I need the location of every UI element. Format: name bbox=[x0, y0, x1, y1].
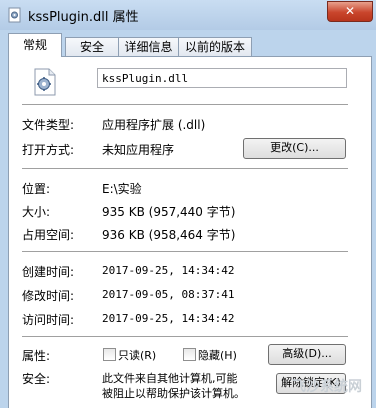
tab-details[interactable]: 详细信息 bbox=[118, 37, 179, 56]
separator bbox=[22, 168, 348, 170]
location-label: 位置: bbox=[22, 182, 51, 196]
created-label: 创建时间: bbox=[22, 265, 75, 279]
change-button[interactable]: 更改(C)... bbox=[243, 138, 346, 159]
hidden-checkbox[interactable] bbox=[183, 348, 196, 361]
modified-value: 2017-09-05, 08:37:41 bbox=[102, 288, 235, 301]
file-type-label: 文件类型: bbox=[22, 118, 75, 132]
modified-label: 修改时间: bbox=[22, 289, 75, 303]
size-value: 935 KB (957,440 字节) bbox=[102, 205, 236, 219]
file-name-field[interactable]: kssPlugin.dll bbox=[97, 68, 347, 88]
advanced-button[interactable]: 高级(D)... bbox=[268, 344, 346, 365]
readonly-checkbox[interactable] bbox=[103, 348, 116, 361]
separator bbox=[22, 251, 348, 253]
size-label: 大小: bbox=[22, 205, 51, 219]
open-with-label: 打开方式: bbox=[22, 143, 75, 157]
close-button[interactable]: ✕ bbox=[327, 1, 373, 22]
hidden-label[interactable]: 隐藏(H) bbox=[198, 347, 237, 363]
size-on-disk-label: 占用空间: bbox=[22, 228, 75, 242]
separator bbox=[22, 104, 348, 106]
security-label: 安全: bbox=[22, 372, 51, 386]
tab-previous-versions[interactable]: 以前的版本 bbox=[178, 37, 252, 56]
file-type-value: 应用程序扩展 (.dll) bbox=[102, 118, 206, 132]
location-value: E:\实验 bbox=[102, 182, 142, 196]
size-on-disk-value: 936 KB (958,464 字节) bbox=[102, 228, 236, 242]
readonly-label[interactable]: 只读(R) bbox=[118, 347, 156, 363]
security-message-line-1: 此文件来自其他计算机,可能 bbox=[102, 372, 238, 385]
accessed-value: 2017-09-25, 14:34:42 bbox=[102, 312, 235, 325]
window-title: kssPlugin.dll 属性 bbox=[28, 10, 139, 25]
attributes-label: 属性: bbox=[22, 349, 51, 363]
dll-file-icon bbox=[34, 68, 56, 96]
separator bbox=[22, 336, 348, 338]
tab-general[interactable]: 常规 bbox=[8, 33, 62, 57]
title-bar: kssPlugin.dll 属性 ✕ bbox=[0, 0, 376, 30]
watermark: 飞沙系统网 bbox=[292, 379, 362, 395]
dll-file-icon bbox=[8, 7, 21, 23]
tab-security[interactable]: 安全 bbox=[65, 37, 119, 56]
security-message-line-2: 被阻止以帮助保护该计算机。 bbox=[102, 387, 245, 400]
tab-strip: 常规 安全 详细信息 以前的版本 bbox=[8, 33, 370, 57]
created-value: 2017-09-25, 14:34:42 bbox=[102, 264, 235, 277]
open-with-value: 未知应用程序 bbox=[102, 143, 175, 157]
accessed-label: 访问时间: bbox=[22, 313, 75, 327]
